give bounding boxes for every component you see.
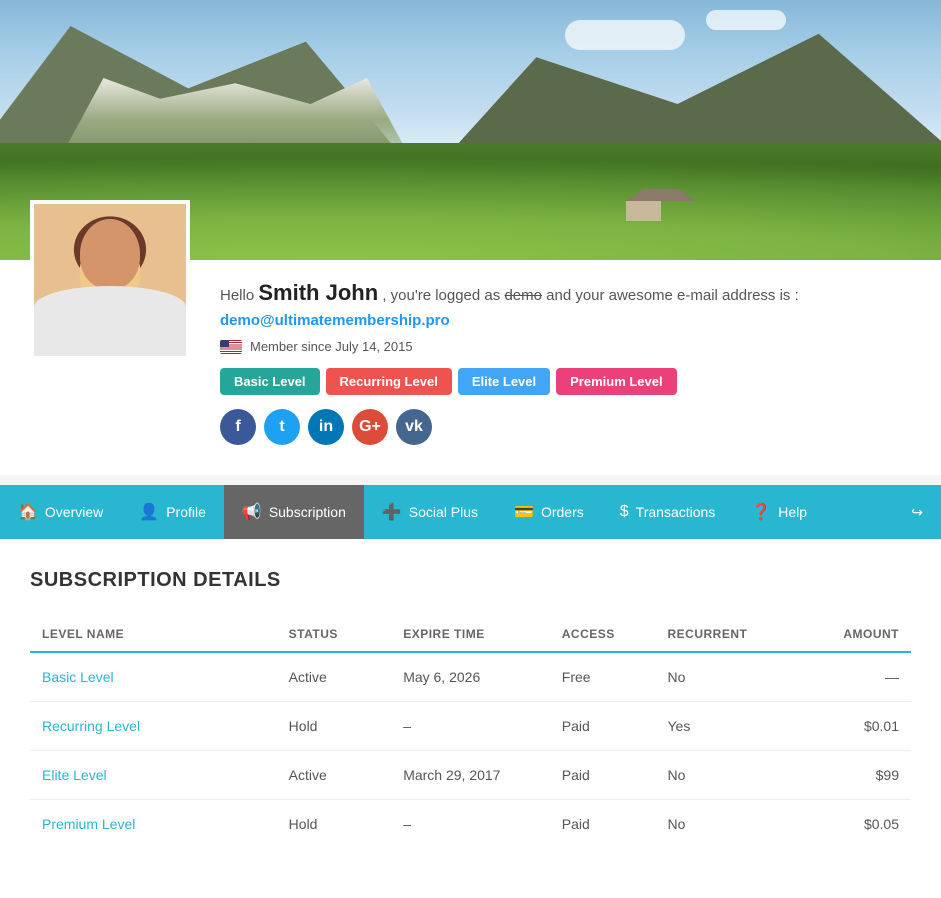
nav-item-transactions[interactable]: $ Transactions — [602, 485, 734, 539]
email-prefix: and your awesome e-mail address is : — [546, 287, 799, 304]
user-name: Smith John — [258, 280, 378, 305]
subscription-table: LEVEL NAME STATUS EXPIRE TIME ACCESS REC… — [30, 617, 911, 848]
profile-section: Hello Smith John , you're logged as demo… — [0, 260, 941, 475]
email-address[interactable]: demo@ultimatemembership.pro — [220, 312, 450, 329]
col-header-status: STATUS — [277, 617, 392, 652]
member-since-text: Member since July 14, 2015 — [250, 339, 413, 354]
nav-bar: 🏠 Overview 👤 Profile 📢 Subscription ➕ Social Pl… — [0, 485, 941, 539]
nav-item-overview[interactable]: 🏠 Overview — [0, 485, 121, 539]
cell-recurrent: No — [655, 800, 787, 849]
cell-level: Basic Level — [30, 652, 277, 702]
level-badges: Basic LevelRecurring LevelElite LevelPre… — [220, 368, 921, 395]
twitter-icon[interactable]: t — [264, 409, 300, 445]
vk-icon[interactable]: vk — [396, 409, 432, 445]
logged-as-text: , you're logged as — [382, 287, 500, 304]
orders-icon: 💳 — [514, 502, 534, 522]
table-header: LEVEL NAME STATUS EXPIRE TIME ACCESS REC… — [30, 617, 911, 652]
cell-amount: $0.01 — [788, 702, 911, 751]
level-link[interactable]: Basic Level — [42, 669, 114, 685]
social plus-icon: ➕ — [382, 502, 402, 522]
nav-label-transactions: Transactions — [636, 504, 716, 520]
section-title: SUBSCRIPTION DETAILS — [30, 569, 911, 592]
linkedin-icon[interactable]: in — [308, 409, 344, 445]
email-line: demo@ultimatemembership.pro — [220, 312, 921, 329]
cell-level: Elite Level — [30, 751, 277, 800]
cell-amount: — — [788, 652, 911, 702]
avatar-svg — [34, 204, 186, 356]
nav-item-social-plus[interactable]: ➕ Social Plus — [364, 485, 496, 539]
badge-premium-level[interactable]: Premium Level — [556, 368, 677, 395]
cell-amount: $0.05 — [788, 800, 911, 849]
table-body: Basic Level Active May 6, 2026 Free No —… — [30, 652, 911, 848]
nav-label-profile: Profile — [166, 504, 206, 520]
col-header-level: LEVEL NAME — [30, 617, 277, 652]
cell-level: Premium Level — [30, 800, 277, 849]
overview-icon: 🏠 — [18, 502, 38, 522]
cell-expire: May 6, 2026 — [391, 652, 550, 702]
nav-label-social plus: Social Plus — [409, 504, 478, 520]
level-link[interactable]: Premium Level — [42, 816, 135, 832]
badge-elite-level[interactable]: Elite Level — [458, 368, 550, 395]
cell-expire: – — [391, 800, 550, 849]
nav-item-help[interactable]: ❓ Help — [733, 485, 825, 539]
table-row: Elite Level Active March 29, 2017 Paid N… — [30, 751, 911, 800]
cell-status: Active — [277, 652, 392, 702]
col-header-access: ACCESS — [550, 617, 656, 652]
cell-status: Hold — [277, 702, 392, 751]
nav-item-orders[interactable]: 💳 Orders — [496, 485, 602, 539]
profile-icon: 👤 — [139, 502, 159, 522]
col-header-expire: EXPIRE TIME — [391, 617, 550, 652]
cell-recurrent: Yes — [655, 702, 787, 751]
flag-icon — [220, 340, 242, 354]
main-content: SUBSCRIPTION DETAILS LEVEL NAME STATUS E… — [0, 539, 941, 898]
greeting-line: Hello Smith John , you're logged as demo… — [220, 280, 921, 306]
subscription-icon: 📢 — [242, 502, 262, 522]
transactions-icon: $ — [620, 503, 629, 521]
nav-label-orders: Orders — [541, 504, 584, 520]
demo-username: demo — [504, 287, 542, 304]
badge-basic-level[interactable]: Basic Level — [220, 368, 320, 395]
cell-recurrent: No — [655, 751, 787, 800]
avatar — [30, 200, 190, 360]
google-plus-icon[interactable]: G+ — [352, 409, 388, 445]
nav-label-help: Help — [778, 504, 807, 520]
cell-expire: March 29, 2017 — [391, 751, 550, 800]
cell-access: Paid — [550, 702, 656, 751]
nav-item-profile[interactable]: 👤 Profile — [121, 485, 224, 539]
nav-label-overview: Overview — [45, 504, 103, 520]
table-row: Premium Level Hold – Paid No $0.05 — [30, 800, 911, 849]
col-header-recurrent: RECURRENT — [655, 617, 787, 652]
cell-amount: $99 — [788, 751, 911, 800]
greeting-text: Hello — [220, 287, 254, 304]
cell-level: Recurring Level — [30, 702, 277, 751]
level-link[interactable]: Recurring Level — [42, 718, 140, 734]
avatar-image — [34, 204, 186, 356]
table-row: Recurring Level Hold – Paid Yes $0.01 — [30, 702, 911, 751]
cell-status: Hold — [277, 800, 392, 849]
badge-recurring-level[interactable]: Recurring Level — [326, 368, 452, 395]
nav-item-subscription[interactable]: 📢 Subscription — [224, 485, 364, 539]
table-row: Basic Level Active May 6, 2026 Free No — — [30, 652, 911, 702]
nav-label-subscription: Subscription — [269, 504, 346, 520]
cell-access: Paid — [550, 751, 656, 800]
member-since: Member since July 14, 2015 — [220, 339, 921, 354]
logout-button[interactable]: ↪ — [893, 485, 941, 539]
cell-access: Paid — [550, 800, 656, 849]
social-icons: ftinG+vk — [220, 409, 921, 445]
house-area — [626, 181, 706, 221]
cell-recurrent: No — [655, 652, 787, 702]
cell-expire: – — [391, 702, 550, 751]
cell-access: Free — [550, 652, 656, 702]
facebook-icon[interactable]: f — [220, 409, 256, 445]
col-header-amount: AMOUNT — [788, 617, 911, 652]
cell-status: Active — [277, 751, 392, 800]
help-icon: ❓ — [751, 502, 771, 522]
level-link[interactable]: Elite Level — [42, 767, 107, 783]
